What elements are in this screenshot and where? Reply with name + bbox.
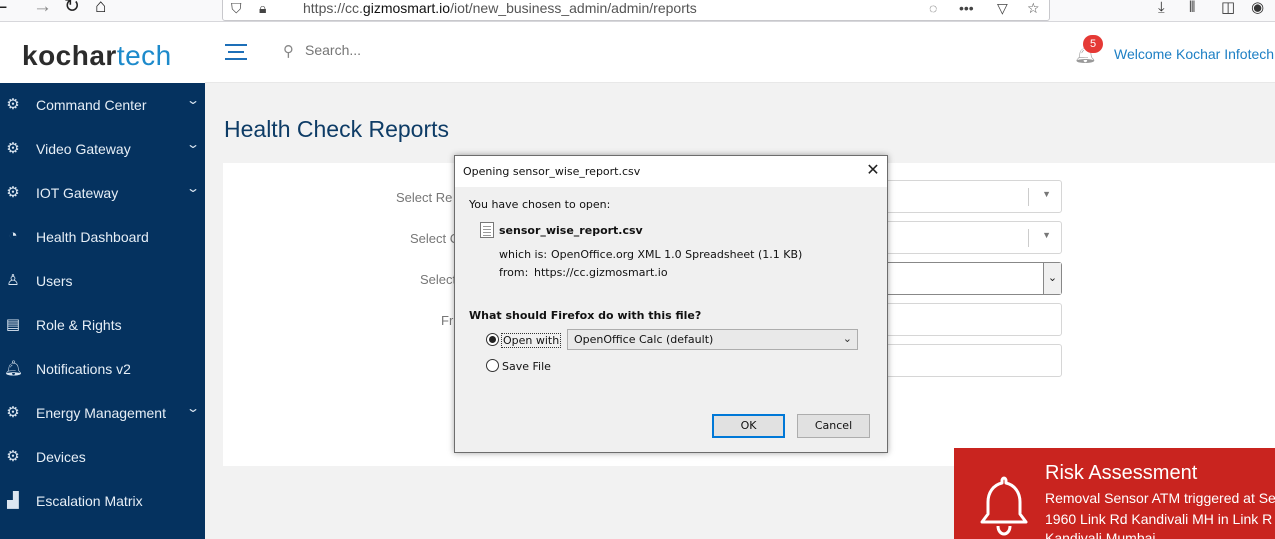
gear-icon: ⚙ (6, 404, 20, 421)
sidebar-item-label: IOT Gateway (36, 185, 119, 201)
caret-down-icon: ▼ (1042, 230, 1051, 240)
sidebar-item-notifications-v2[interactable]: 🔔︎ Notifications v2 (0, 347, 205, 391)
document-icon: ▤ (5, 316, 21, 333)
caret-down-icon: ▼ (1042, 189, 1051, 199)
sidebar-item-iot-gateway[interactable]: ⚙ IOT Gateway ⌄ (0, 171, 205, 215)
open-with-app-value: OpenOffice Calc (default) (574, 333, 714, 346)
alarm-bell-icon (980, 476, 1028, 536)
sidebar: ⚙ Command Center ⌄ ⚙ Video Gateway ⌄ ⚙ I… (0, 83, 205, 539)
toast-message-line: Kandivali Mumbai (1045, 530, 1156, 539)
cancel-button[interactable]: Cancel (797, 414, 870, 438)
chevron-down-icon: ⌄ (185, 401, 201, 415)
sidebar-item-devices[interactable]: ⚙ Devices (0, 435, 205, 479)
to-date-input[interactable] (883, 344, 1062, 377)
chevron-down-icon: ⌄ (185, 181, 201, 195)
sidebar-item-label: Health Dashboard (36, 229, 149, 245)
page-actions-icon[interactable]: ••• (959, 0, 974, 17)
lock-icon[interactable]: 🔒︎ (259, 0, 266, 17)
select-category-label: Select C (410, 231, 460, 246)
sidebar-item-users[interactable]: ♙ Users (0, 259, 205, 303)
gear-icon: ⚙ (6, 140, 20, 157)
sidebar-item-label: Energy Management (36, 405, 166, 421)
file-type-value: OpenOffice.org XML 1.0 Spreadsheet (1.1 … (551, 248, 803, 261)
chevron-down-icon[interactable]: ⌄ (1043, 263, 1061, 294)
sidebar-item-label: Role & Rights (36, 317, 122, 333)
sidebar-item-label: Escalation Matrix (36, 493, 143, 509)
sidebar-item-video-gateway[interactable]: ⚙ Video Gateway ⌄ (0, 127, 205, 171)
save-file-label[interactable]: Save File (502, 360, 551, 373)
bell-icon: 🔔︎ (4, 360, 24, 377)
forward-icon[interactable]: → (33, 0, 52, 18)
browser-toolbar: ⭠ → ↻ ⌂ ⛉ 🔒︎ https://cc.gizmosmart.io/io… (0, 0, 1275, 22)
open-with-app-select[interactable]: OpenOffice Calc (default) ⌄ (567, 329, 858, 350)
sidebar-item-role-rights[interactable]: ▤ Role & Rights (0, 303, 205, 347)
sidebar-item-label: Video Gateway (36, 141, 131, 157)
address-bar[interactable]: ⛉ 🔒︎ https://cc.gizmosmart.io/iot/new_bu… (222, 0, 1050, 21)
gear-icon: ⚙ (6, 96, 20, 113)
chevron-down-icon: ⌄ (842, 332, 852, 345)
notification-badge: 5 (1083, 35, 1103, 53)
close-icon[interactable]: ✕ (863, 160, 883, 180)
gear-icon: ⚙ (6, 448, 20, 465)
from-value: https://cc.gizmosmart.io (534, 266, 668, 279)
pocket-icon[interactable]: ▽ (997, 0, 1008, 17)
logo[interactable]: kochartech (22, 40, 172, 72)
select-report-label: Select Re (396, 190, 453, 205)
sidebar-item-label: Notifications v2 (36, 361, 131, 377)
sidebar-item-escalation-matrix[interactable]: ▟ Escalation Matrix (0, 479, 205, 523)
select-field-dropdown[interactable]: ⌄ (883, 262, 1062, 295)
page-title: Health Check Reports (224, 116, 449, 142)
select-category-dropdown[interactable]: ▼ (883, 221, 1062, 254)
toast-message-line: Removal Sensor ATM triggered at Se (1045, 490, 1275, 506)
lightbulb-icon[interactable]: ◌ (929, 0, 937, 17)
dialog-title: Opening sensor_wise_report.csv (463, 165, 641, 178)
chevron-down-icon: ⌄ (185, 137, 201, 151)
app-header: kochartech ⚲ 🔔︎ 5 Welcome Kochar Infotec… (0, 22, 1275, 83)
from-date-input[interactable] (883, 303, 1062, 336)
toast-message-line: 1960 Link Rd Kandivali MH in Link R (1045, 511, 1273, 527)
account-icon[interactable]: ◉ (1251, 0, 1264, 17)
select-field-label: Select (420, 272, 457, 287)
sidebar-item-energy-management[interactable]: ⚙ Energy Management ⌄ (0, 391, 205, 435)
chart-icon: ▟ (7, 492, 19, 509)
open-with-radio[interactable] (486, 333, 499, 346)
file-name: sensor_wise_report.csv (499, 224, 643, 237)
user-icon: ♙ (6, 272, 20, 289)
file-open-dialog: Opening sensor_wise_report.csv ✕ You hav… (454, 155, 888, 453)
back-icon[interactable]: ⭠ (0, 0, 7, 18)
from-date-label: Fr (441, 313, 454, 328)
sidebar-item-label: Command Center (36, 97, 147, 113)
search-icon: ⚲ (283, 43, 294, 60)
risk-assessment-toast[interactable]: Risk Assessment Removal Sensor ATM trigg… (954, 448, 1275, 539)
from-label: from: (499, 266, 529, 279)
sidebar-item-label: Devices (36, 449, 86, 465)
sidebar-toggle-icon[interactable]: ◫ (1221, 0, 1235, 17)
welcome-user[interactable]: Welcome Kochar Infotech (1114, 46, 1274, 62)
select-report-dropdown[interactable]: ▼ (883, 180, 1062, 213)
ok-button[interactable]: OK (712, 414, 785, 438)
sidebar-item-command-center[interactable]: ⚙ Command Center ⌄ (0, 83, 205, 127)
reload-icon[interactable]: ↻ (64, 0, 80, 18)
download-icon[interactable]: ⤓ (1158, 0, 1165, 17)
chevron-down-icon: ⌄ (185, 93, 201, 107)
spreadsheet-file-icon (480, 222, 494, 238)
gear-icon: ⚙ (6, 184, 20, 201)
chosen-to-open-text: You have chosen to open: (469, 198, 611, 211)
open-with-label[interactable]: Open with (501, 333, 562, 348)
save-file-radio[interactable] (486, 359, 499, 372)
which-is-label: which is: (499, 248, 548, 261)
sidebar-item-label: Users (36, 273, 73, 289)
url-text[interactable]: https://cc.gizmosmart.io/iot/new_busines… (303, 0, 697, 16)
menu-toggle-icon[interactable] (225, 44, 247, 60)
home-icon[interactable]: ⌂ (95, 0, 106, 18)
dashboard-icon: ◔ (8, 227, 18, 244)
shield-icon[interactable]: ⛉ (231, 0, 242, 17)
action-question: What should Firefox do with this file? (469, 309, 702, 322)
library-icon[interactable]: ⫴ (1189, 0, 1195, 17)
dialog-titlebar[interactable]: Opening sensor_wise_report.csv ✕ (455, 156, 887, 187)
search-input[interactable] (305, 42, 505, 58)
bookmark-star-icon[interactable]: ☆ (1027, 0, 1040, 17)
sidebar-item-health-dashboard[interactable]: ◔ Health Dashboard (0, 215, 205, 259)
toast-title: Risk Assessment (1045, 462, 1198, 484)
